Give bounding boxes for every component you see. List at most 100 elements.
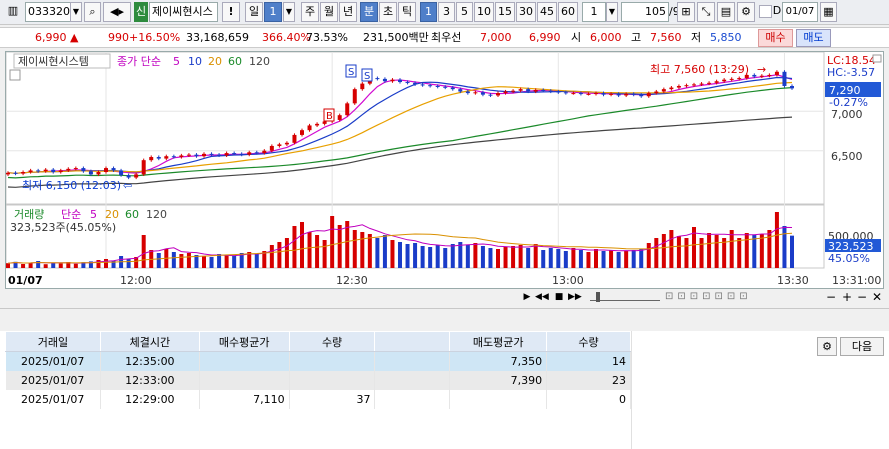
volume-bar [480, 246, 485, 268]
chart-type-icon[interactable]: ▥ [3, 2, 23, 22]
candle-body [518, 89, 523, 91]
volume-bar [337, 225, 342, 268]
zoom-in-icon[interactable]: + [842, 290, 852, 304]
sound-icon[interactable]: ◀▸ [103, 2, 131, 22]
date-input[interactable]: 01/07 [782, 2, 818, 22]
count-input[interactable]: 105 [621, 2, 669, 22]
chart-panel[interactable]: 제이씨현시스템 종가 단순 5 10 20 60 120 최고 7,560 (1… [5, 51, 884, 289]
volume-bar [616, 252, 621, 268]
volume-bar [556, 249, 561, 268]
alert-button[interactable]: ! [222, 2, 240, 22]
scroll-left-button[interactable]: ▶ [521, 292, 533, 305]
credit-badge: 신 [134, 2, 148, 22]
volume-bar [624, 251, 629, 268]
period-year[interactable]: 년 [339, 2, 357, 22]
table-row[interactable]: 2025/01/07 12:33:00 7,390 23 [5, 370, 631, 390]
candle-body [28, 170, 33, 173]
zoom-out-icon[interactable]: − [826, 290, 836, 304]
period-dropdown[interactable]: ▼ [283, 2, 295, 22]
volume-bar [352, 230, 357, 268]
candle-type-icon[interactable]: ⊞ [677, 2, 695, 22]
volume-bar [729, 230, 734, 268]
cell-time: 12:29:00 [100, 389, 200, 409]
period-week[interactable]: 주 [301, 2, 319, 22]
close-icon[interactable]: ✕ [872, 290, 882, 304]
date-checkbox[interactable] [759, 5, 772, 18]
calendar-icon[interactable]: ▦ [820, 2, 837, 22]
volume-bar [21, 264, 26, 268]
sell-button[interactable]: 매도 [796, 29, 831, 47]
volume-bar [104, 259, 108, 268]
candle-body [360, 83, 365, 90]
volume-bar [96, 260, 101, 268]
volume-bar [488, 248, 493, 268]
buy-button[interactable]: 매수 [758, 29, 793, 47]
interval-30[interactable]: 30 [516, 2, 536, 22]
candle-body [262, 150, 267, 154]
volume-bar [232, 256, 237, 268]
table-row[interactable]: 2025/01/07 12:35:00 7,350 14 [5, 351, 631, 371]
splitter[interactable] [0, 308, 889, 309]
next-button[interactable]: 다음 [840, 337, 884, 356]
reset-zoom-icon[interactable]: − [857, 290, 867, 304]
trade-amount: 231,500백만 [363, 31, 429, 44]
interval-1[interactable]: 1 [420, 2, 437, 22]
volume-legend-60: 60 [125, 208, 139, 221]
interval-60[interactable]: 60 [558, 2, 578, 22]
panel-close-icon[interactable] [872, 54, 882, 63]
period-day-count[interactable]: 1 [264, 2, 282, 22]
stock-name-field[interactable]: 제이씨현시스 [149, 2, 218, 22]
period-second[interactable]: 초 [379, 2, 397, 22]
interval-3[interactable]: 3 [438, 2, 455, 22]
search-icon[interactable]: ⌕ [84, 2, 101, 22]
zoom-slider[interactable] [590, 295, 660, 301]
period-minute[interactable]: 분 [360, 2, 378, 22]
settings-icon[interactable]: ⚙ [737, 2, 755, 22]
period-tick[interactable]: 틱 [398, 2, 416, 22]
interval-input[interactable]: 1 [582, 2, 606, 22]
save-icon[interactable]: ▤ [717, 2, 735, 22]
candle-body [307, 125, 312, 131]
next-page-button[interactable]: ▶▶ [568, 292, 582, 305]
time-label-1300: 13:00 [552, 274, 584, 287]
candle-body [586, 93, 591, 95]
interval-dropdown[interactable]: ▼ [606, 2, 618, 22]
volume-bar [503, 247, 508, 268]
first-page-button[interactable]: ◀◀ [535, 292, 549, 305]
tool-icons[interactable]: ⊡⊡⊡⊡⊡⊡⊡ [665, 291, 815, 305]
grid-toggle-icon[interactable] [9, 69, 21, 81]
volume-legend-120: 120 [146, 208, 167, 221]
open-price: 6,000 [590, 31, 622, 44]
volume-bar [202, 256, 206, 268]
table-row[interactable]: 2025/01/07 12:29:00 7,110 37 0 [5, 389, 631, 409]
volume-bar [413, 243, 418, 268]
candle-body [533, 89, 538, 92]
interval-15[interactable]: 15 [495, 2, 515, 22]
price-volume-chart[interactable]: 제이씨현시스템 종가 단순 5 10 20 60 120 최고 7,560 (1… [6, 52, 883, 288]
zoom-slider-thumb[interactable] [596, 292, 600, 302]
volume-legend-5: 5 [90, 208, 97, 221]
candle-body [156, 157, 161, 159]
interval-5[interactable]: 5 [456, 2, 473, 22]
candle-body [224, 153, 229, 156]
high-arrow-icon: → [757, 63, 766, 76]
volume-bar [390, 240, 395, 268]
interval-45[interactable]: 45 [537, 2, 557, 22]
stop-button[interactable]: ■ [553, 292, 565, 305]
candle-body [398, 79, 402, 83]
candle-body [104, 168, 108, 173]
col-empty [374, 331, 451, 352]
candle-body [21, 172, 26, 174]
period-month[interactable]: 월 [320, 2, 338, 22]
volume-bar [435, 245, 440, 268]
stock-code-dropdown[interactable]: ▼ [70, 2, 82, 22]
period-day[interactable]: 일 [245, 2, 263, 22]
line-tool-icon[interactable]: ⤡ [697, 2, 715, 22]
candle-body [375, 78, 380, 80]
interval-10[interactable]: 10 [474, 2, 494, 22]
candle-body [81, 168, 86, 172]
candle-body [556, 91, 561, 93]
stock-code-input[interactable]: 033320 [25, 2, 71, 22]
volume-bar [360, 232, 365, 268]
panel-settings-icon[interactable]: ⚙ [817, 337, 837, 356]
